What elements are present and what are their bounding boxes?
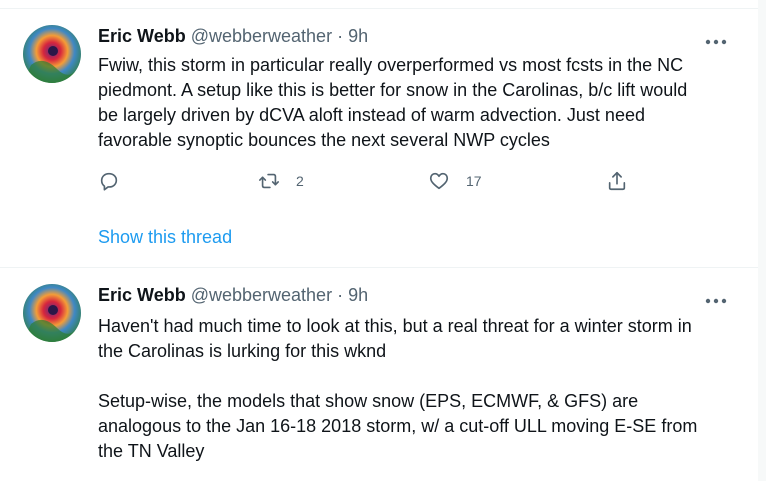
top-separator: [0, 0, 758, 9]
like-button[interactable]: 17: [428, 168, 482, 194]
avatar[interactable]: [23, 284, 81, 342]
author-name[interactable]: Eric Webb: [98, 26, 186, 46]
avatar-image: [23, 25, 81, 83]
header-separator: ·: [337, 285, 344, 305]
tweet-time[interactable]: 9h: [348, 285, 368, 305]
avatar-image: [23, 284, 81, 342]
header-separator: ·: [337, 26, 344, 46]
tweet-time[interactable]: 9h: [348, 26, 368, 46]
tweet-text: Fwiw, this storm in particular really ov…: [98, 55, 688, 150]
avatar[interactable]: [23, 25, 81, 83]
author-name[interactable]: Eric Webb: [98, 285, 186, 305]
reply-icon: [100, 172, 118, 191]
retweet-button[interactable]: 2: [258, 168, 304, 194]
tweet[interactable]: Eric Webb @webberweather · 9h Fwiw, this…: [0, 9, 758, 268]
author-handle[interactable]: @webberweather: [191, 285, 332, 305]
more-button[interactable]: [704, 33, 728, 45]
retweet-count: 2: [296, 173, 304, 189]
tweet-text: Haven't had much time to look at this, b…: [98, 316, 698, 461]
tweet[interactable]: Eric Webb @webberweather · 9h Haven't ha…: [0, 268, 758, 481]
more-icon: [705, 39, 727, 45]
tweet-header: Eric Webb @webberweather · 9h: [98, 285, 368, 306]
share-button[interactable]: [606, 168, 628, 194]
retweet-icon: [259, 173, 279, 189]
reply-button[interactable]: [98, 168, 120, 194]
tweet-header: Eric Webb @webberweather · 9h: [98, 26, 368, 47]
tweet-actions: 2 17: [98, 168, 638, 194]
share-icon: [608, 171, 626, 191]
like-count: 17: [466, 173, 482, 189]
page-scroll-gutter: [758, 0, 766, 481]
show-thread-link[interactable]: Show this thread: [98, 227, 232, 248]
more-icon: [705, 298, 727, 304]
more-button[interactable]: [704, 292, 728, 304]
like-icon: [429, 172, 449, 190]
author-handle[interactable]: @webberweather: [191, 26, 332, 46]
